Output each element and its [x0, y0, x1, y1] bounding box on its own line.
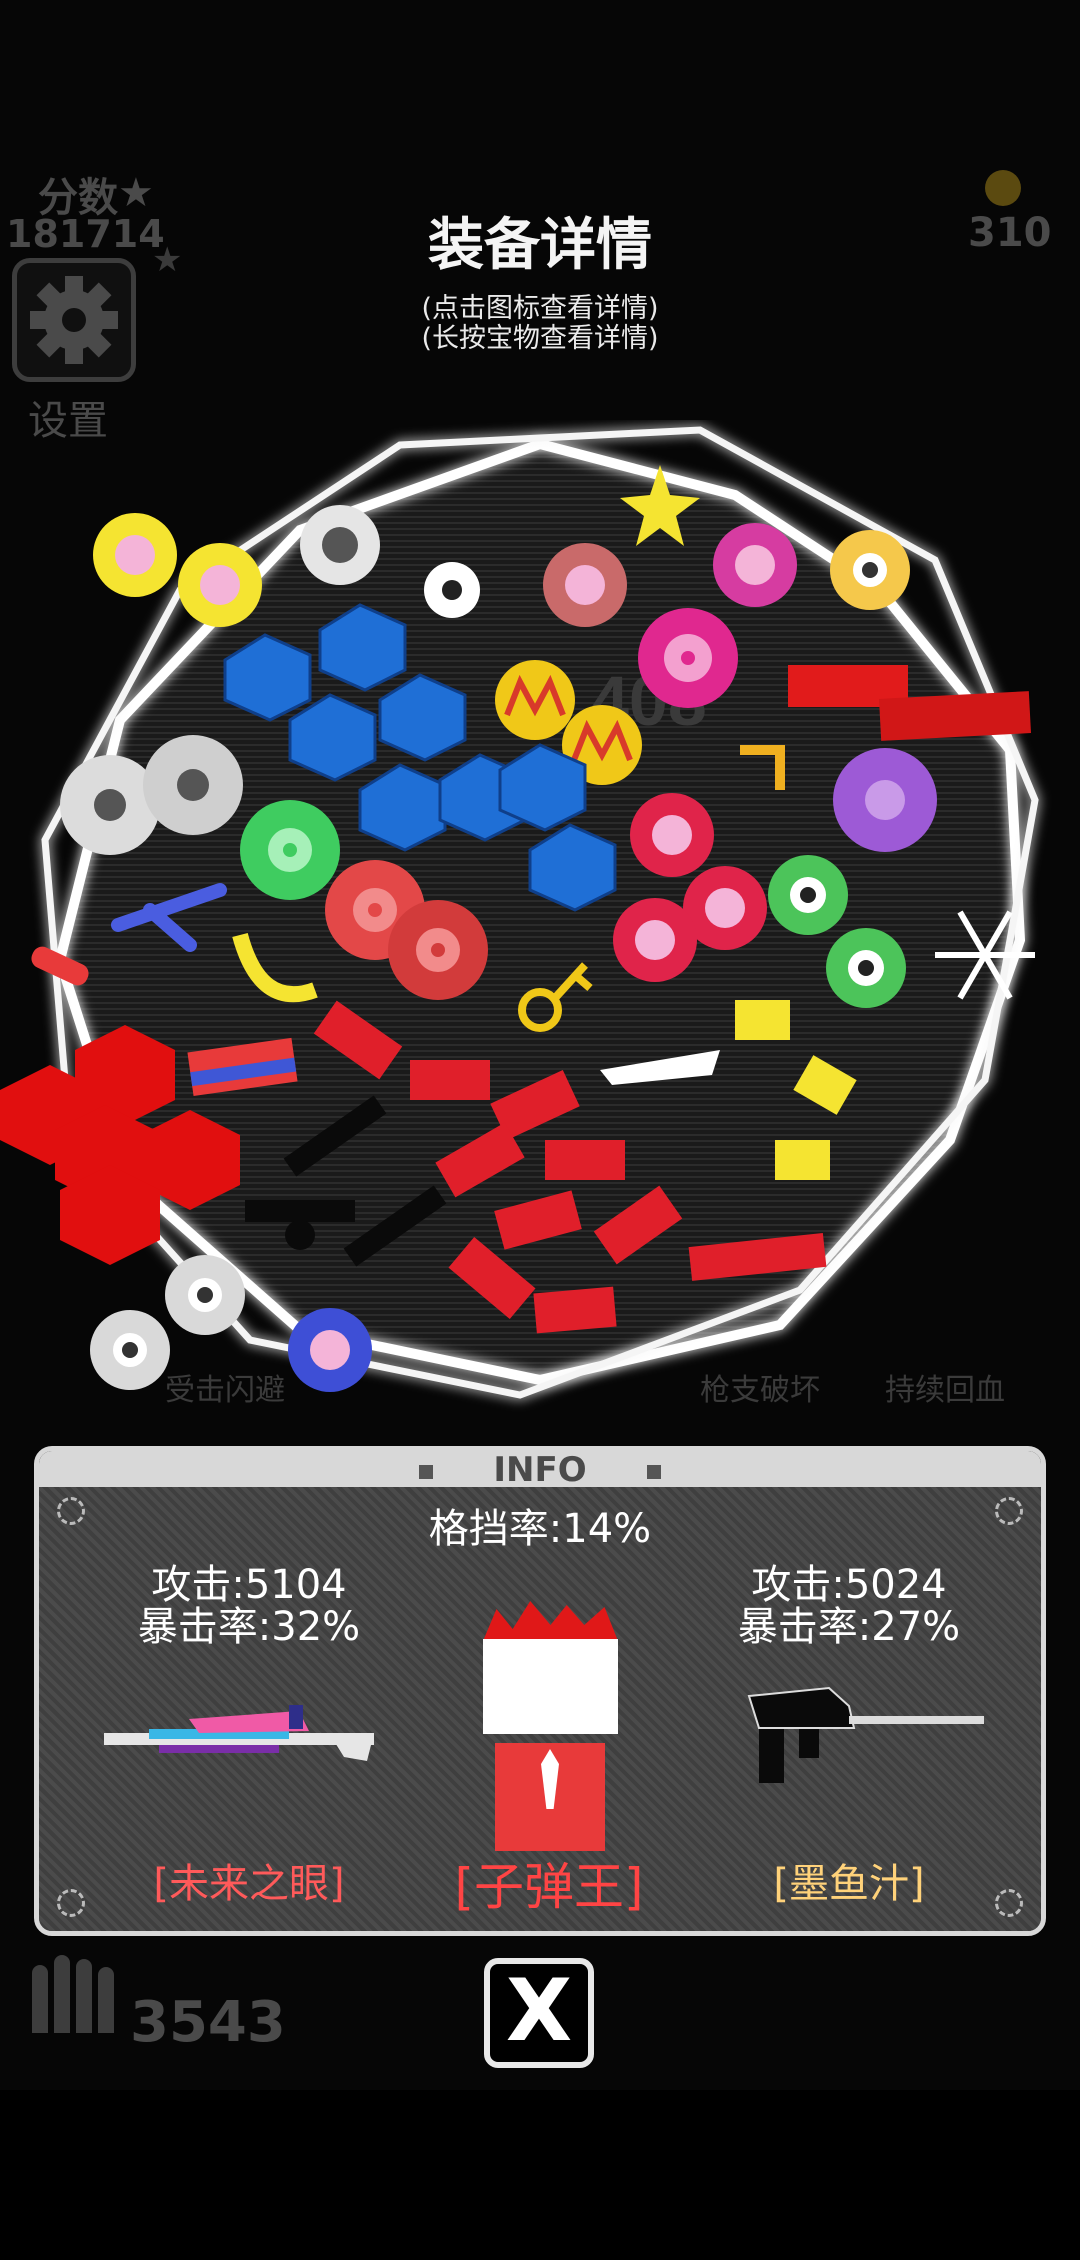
game-view: 分数 181714 ★ ★ 310 设置 受击闪避 枪支破坏 持续回血 反应 装…: [0, 0, 1080, 2090]
info-panel: INFO 格挡率:14% 攻击:5104 暴击率:32% 攻击:5024 暴击率…: [34, 1446, 1046, 1936]
pink-flower-gem[interactable]: [93, 513, 177, 597]
left-weapon-name: [未来之眼]: [153, 1861, 345, 1907]
blue-flower-gem[interactable]: [288, 1308, 372, 1392]
bottom-bar: [0, 2090, 1080, 2260]
green-gear[interactable]: [826, 928, 906, 1008]
purple-orb[interactable]: [833, 748, 937, 852]
green-orb[interactable]: [240, 800, 340, 900]
green-gear[interactable]: [768, 855, 848, 935]
red-flower-gem[interactable]: [613, 898, 697, 982]
left-weapon-attack: 攻击:5104: [151, 1562, 347, 1608]
magenta-orb[interactable]: [638, 608, 738, 708]
ammo-count: 3543: [130, 1990, 286, 2055]
close-button[interactable]: X: [484, 1958, 594, 2068]
left-weapon-crit: 暴击率:32%: [137, 1604, 361, 1650]
screw-icon: [57, 1889, 85, 1917]
pink-flower-gem[interactable]: [178, 543, 262, 627]
character-face: [483, 1639, 618, 1734]
ammo-icon: [32, 1945, 118, 2045]
screw-icon: [995, 1889, 1023, 1917]
pink-flower-gem[interactable]: [543, 543, 627, 627]
red-flower-gem[interactable]: [630, 793, 714, 877]
character-name: [子弹王]: [454, 1858, 644, 1916]
pink-flower-gem[interactable]: [713, 523, 797, 607]
gold-gear[interactable]: [830, 530, 910, 610]
right-weapon-crit: 暴击率:27%: [737, 1604, 961, 1650]
silver-gear[interactable]: [300, 505, 380, 585]
info-header: INFO: [39, 1450, 1041, 1490]
dialog-title: 装备详情: [428, 213, 652, 278]
red-bomb[interactable]: [388, 900, 488, 1000]
silver-gear[interactable]: [90, 1310, 170, 1390]
gold-m-coin[interactable]: [495, 660, 575, 740]
silver-bomb[interactable]: [60, 755, 160, 855]
right-weapon-icon[interactable]: [739, 1676, 999, 1786]
right-weapon-name: [墨鱼汁]: [773, 1861, 925, 1907]
spiky-hair: [483, 1601, 618, 1641]
hint-hold: (长按宝物查看详情): [421, 323, 659, 354]
info-header-label: INFO: [493, 1450, 587, 1490]
treasure-board[interactable]: 408: [0, 420, 1080, 1420]
white-ring[interactable]: [424, 562, 480, 618]
red-bar[interactable]: [879, 691, 1031, 741]
hint-tap: (点击图标查看详情): [421, 293, 659, 324]
block-rate: 格挡率:14%: [428, 1506, 652, 1552]
left-weapon-icon[interactable]: [99, 1691, 389, 1781]
silver-bomb[interactable]: [143, 735, 243, 835]
character-sprite[interactable]: [475, 1601, 625, 1876]
silver-gear[interactable]: [165, 1255, 245, 1335]
right-weapon-attack: 攻击:5024: [751, 1562, 947, 1608]
close-icon: X: [505, 1961, 573, 2061]
